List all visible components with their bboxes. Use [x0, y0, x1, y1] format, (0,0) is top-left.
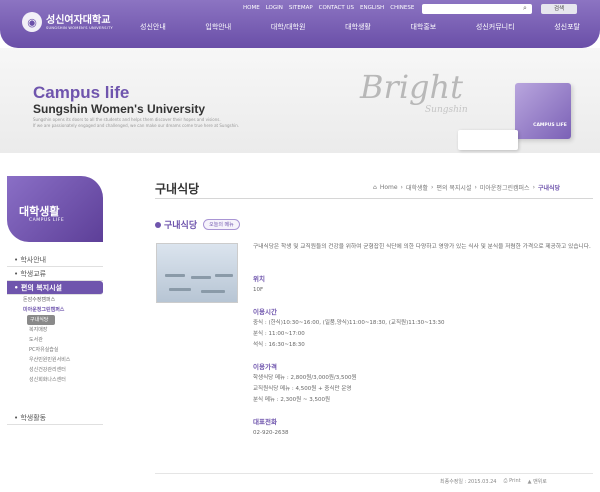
- cube-label: CAMPUS LIFE: [533, 123, 567, 128]
- banner-tagline-1: Sungshin opens its doors to all the stud…: [33, 117, 221, 122]
- today-menu-button[interactable]: 오늘의 메뉴: [203, 219, 240, 230]
- gnb-item-pr[interactable]: 대학홍보: [410, 22, 436, 32]
- gnb-item-community[interactable]: 성신커뮤니티: [476, 22, 515, 32]
- breadcrumb-mia-campus[interactable]: 미아운정그린캠퍼스: [480, 183, 530, 192]
- logo-english-name: SUNGSHIN WOMEN'S UNIVERSITY: [46, 25, 113, 30]
- search-icon[interactable]: ⌕: [523, 5, 530, 12]
- utility-nav: HOME LOGIN SITEMAP CONTACT US ENGLISH CH…: [243, 5, 414, 11]
- heading-price: 이용가격: [253, 363, 277, 371]
- campus-life-cube-illustration: [515, 83, 571, 139]
- price-line-1: 학생식당 메뉴 : 2,800원/3,000원/3,500원: [253, 375, 357, 381]
- banner-subtitle: Sungshin Women's University: [33, 102, 205, 116]
- logo-korean-name: 성신여자대학교: [46, 14, 111, 26]
- sidebar-title-ko: 대학생활: [19, 205, 60, 218]
- section-title: 구내식당: [164, 221, 198, 231]
- print-link[interactable]: ⎙ Print: [504, 478, 521, 485]
- gnb-item-admission[interactable]: 입학안내: [205, 22, 231, 32]
- gnb-item-portal[interactable]: 성신포탈: [554, 22, 580, 32]
- hours-line-2: 분식 : 11:00~17:00: [253, 331, 305, 337]
- arrow-up-icon: ▲: [527, 479, 532, 485]
- sidebar-item-donam-campus[interactable]: 돈암수정캠퍼스: [7, 295, 103, 305]
- sidebar-item-service[interactable]: 우산민원민원서비스: [7, 355, 103, 365]
- price-line-2: 교직원식당 메뉴 : 4,500원 + 중식만 운영: [253, 386, 352, 392]
- sidebar-item-mia-campus[interactable]: 미아운정그린캠퍼스: [7, 305, 103, 315]
- price-line-3: 분식 메뉴 : 2,300원 ~ 3,500원: [253, 397, 331, 403]
- phone-value: 02-920-2638: [253, 430, 289, 436]
- campus-life-banner: Campus life Sungshin Women's University …: [0, 48, 600, 153]
- breadcrumb: ⌂ Home › 대학생활 › 편의 복지시설 › 미아운정그린캠퍼스 › 구내식당: [373, 183, 561, 192]
- heading-location: 위치: [253, 275, 265, 283]
- breadcrumb-campus-life[interactable]: 대학생활: [406, 183, 428, 192]
- sidebar-item-exchange[interactable]: • 학생교류: [7, 267, 103, 281]
- banner-title: Campus life: [33, 83, 130, 102]
- utility-link-contact[interactable]: CONTACT US: [319, 5, 354, 11]
- search-button[interactable]: 검색: [541, 4, 577, 14]
- footer-divider: [155, 473, 593, 474]
- top-header: ◉ 성신여자대학교 SUNGSHIN WOMEN'S UNIVERSITY HO…: [0, 0, 600, 48]
- home-icon: ⌂: [373, 184, 377, 191]
- utility-link-login[interactable]: LOGIN: [266, 5, 283, 11]
- gnb-item-colleges[interactable]: 대학/대학원: [271, 22, 306, 32]
- heading-phone: 대표전화: [253, 418, 277, 426]
- sidebar-item-pc-lab[interactable]: PC자유실습실: [7, 345, 103, 355]
- sidebar-item-store[interactable]: 복지매장: [7, 325, 103, 335]
- utility-link-sitemap[interactable]: SITEMAP: [289, 5, 313, 11]
- heading-hours: 이용시간: [253, 308, 277, 316]
- sidebar-item-library[interactable]: 도서관: [7, 335, 103, 345]
- global-nav: 성신안내 입학안내 대학/대학원 대학생활 대학홍보 성신커뮤니티 성신포탈: [140, 22, 580, 32]
- university-logo[interactable]: ◉ 성신여자대학교 SUNGSHIN WOMEN'S UNIVERSITY: [22, 12, 113, 32]
- cafeteria-photo: [156, 243, 238, 303]
- utility-link-english[interactable]: ENGLISH: [360, 5, 384, 11]
- utility-link-chinese[interactable]: CHINESE: [390, 5, 414, 11]
- sidebar-item-health[interactable]: 성신건강관리센터: [7, 365, 103, 375]
- hours-line-3: 석식 : 16:30~18:30: [253, 342, 305, 348]
- sidebar-item-center[interactable]: 성신회화나스센터: [7, 375, 103, 385]
- banner-tagline-2: If we are passionately engaged and chall…: [33, 123, 240, 128]
- university-emblem-icon: ◉: [22, 12, 42, 32]
- print-icon: ⎙: [503, 478, 508, 484]
- top-link[interactable]: ▲ 맨위로: [528, 478, 547, 485]
- section-heading: 구내식당 오늘의 메뉴: [155, 218, 240, 231]
- sidebar-item-activities[interactable]: • 학생활동: [7, 411, 103, 425]
- hours-line-1: 중식 : (한식)10:30~16:00, (일품,양식)11:00~18:30…: [253, 320, 445, 326]
- gnb-item-campus-life[interactable]: 대학생활: [345, 22, 371, 32]
- banner-script-sungshin: Sungshin: [425, 105, 468, 115]
- page-title: 구내식당: [155, 182, 200, 196]
- bullet-icon: [155, 221, 161, 228]
- breadcrumb-facilities[interactable]: 편의 복지시설: [436, 183, 471, 192]
- sidebar-title-box: 대학생활 CAMPUS LIFE: [7, 176, 103, 242]
- sidebar-title-en: CAMPUS LIFE: [29, 218, 65, 223]
- sidebar-nav: • 학사안내 • 학생교류 • 편의 복지시설 돈암수정캠퍼스 미아운정그린캠퍼…: [7, 253, 103, 425]
- last-updated: 최종수정일 : 2015.03.24: [440, 479, 497, 485]
- banner-script-bright: Bright: [360, 68, 463, 106]
- sidebar-item-facilities[interactable]: • 편의 복지시설: [7, 281, 103, 295]
- sidebar-item-cafeteria[interactable]: 구내식당: [27, 315, 55, 325]
- breadcrumb-current: 구내식당: [537, 185, 561, 192]
- sidebar-item-academic[interactable]: • 학사안내: [7, 253, 103, 267]
- content-divider: [155, 198, 593, 199]
- gnb-item-about[interactable]: 성신안내: [140, 22, 166, 32]
- intro-text: 구내식당은 학생 및 교직원들의 건강을 위하여 균형잡힌 식단에 의한 다양하…: [253, 244, 591, 250]
- book-illustration: [458, 130, 518, 150]
- search-input[interactable]: [422, 4, 532, 14]
- utility-link-home[interactable]: HOME: [243, 5, 260, 11]
- breadcrumb-home[interactable]: Home: [380, 184, 398, 191]
- location-value: 10F: [253, 287, 264, 293]
- page-footer: 최종수정일 : 2015.03.24 ⎙ Print ▲ 맨위로: [440, 478, 547, 485]
